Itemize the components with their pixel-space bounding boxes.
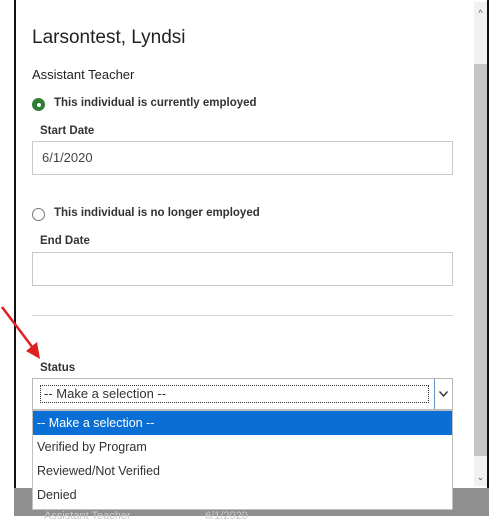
scroll-up-arrow-icon[interactable]: ^: [474, 6, 487, 20]
chevron-down-icon[interactable]: [434, 379, 452, 409]
page-title: Larsontest, Lyndsi: [32, 27, 186, 48]
background-row-date: 6/1/2020: [205, 510, 248, 522]
start-date-label: Start Date: [40, 125, 95, 137]
red-arrow-icon: [1, 306, 40, 359]
no-longer-employed-radio[interactable]: [32, 208, 45, 221]
role-label: Assistant Teacher: [32, 67, 135, 82]
status-label: Status: [40, 362, 76, 374]
scroll-down-arrow-icon[interactable]: ⌄: [474, 470, 487, 484]
no-longer-employed-label: This individual is no longer employed: [54, 207, 260, 219]
currently-employed-radio[interactable]: [32, 98, 45, 111]
status-option-reviewed[interactable]: Reviewed/Not Verified: [33, 459, 452, 483]
currently-employed-label: This individual is currently employed: [54, 97, 257, 109]
scrollbar-thumb[interactable]: [474, 64, 487, 456]
status-option-denied[interactable]: Denied: [33, 483, 452, 507]
end-date-label: End Date: [40, 235, 90, 247]
status-option-make-selection[interactable]: -- Make a selection --: [33, 411, 452, 435]
status-select[interactable]: -- Make a selection --: [32, 378, 453, 410]
status-option-verified[interactable]: Verified by Program: [33, 435, 452, 459]
end-date-field[interactable]: [32, 252, 453, 286]
status-select-value: -- Make a selection --: [40, 385, 429, 403]
status-dropdown-list: -- Make a selection -- Verified by Progr…: [32, 410, 453, 510]
divider: [32, 315, 453, 316]
start-date-field[interactable]: 6/1/2020: [32, 141, 453, 175]
background-row-text: Assistant Teacher: [44, 510, 131, 522]
